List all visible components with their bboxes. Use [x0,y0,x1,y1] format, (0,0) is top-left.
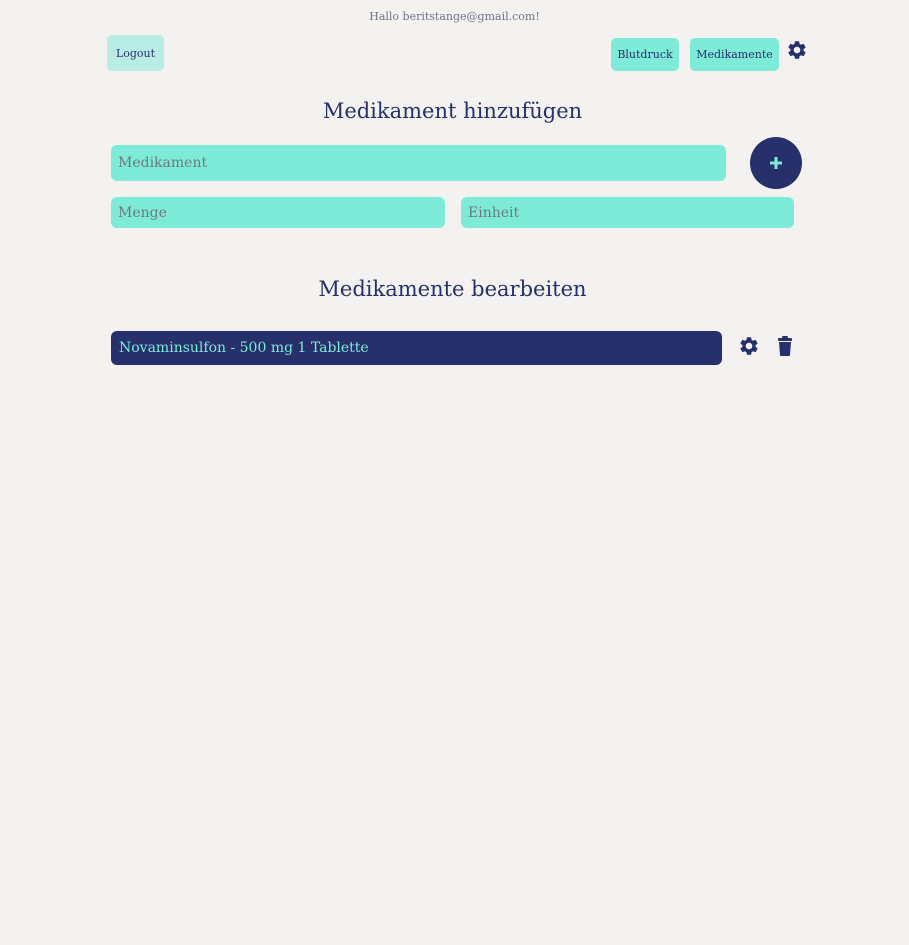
einheit-placeholder: Einheit [468,204,520,221]
medication-list-item[interactable]: Novaminsulfon - 500 mg 1 Tablette [111,331,722,365]
add-section-title: Medikament hinzufügen [322,99,583,123]
logout-button[interactable]: Logout [107,35,164,71]
add-medication-button[interactable] [750,137,802,189]
medication-item-label: Novaminsulfon - 500 mg 1 Tablette [119,340,369,356]
gear-icon[interactable] [738,335,760,357]
gear-icon[interactable] [786,39,808,61]
menge-field[interactable]: Menge [111,197,445,228]
greeting-text: Hallo beritstange@gmail.com! [369,10,540,23]
plus-icon [770,157,782,169]
medikament-placeholder: Medikament [118,155,208,171]
medikament-field[interactable]: Medikament [111,145,726,181]
trash-icon[interactable] [777,335,793,357]
nav-medikamente-button[interactable]: Medikamente [690,38,779,71]
edit-section-title: Medikamente bearbeiten [318,277,587,301]
menge-placeholder: Menge [118,204,167,221]
nav-blutdruck-button[interactable]: Blutdruck [611,38,679,71]
einheit-field[interactable]: Einheit [461,197,794,228]
